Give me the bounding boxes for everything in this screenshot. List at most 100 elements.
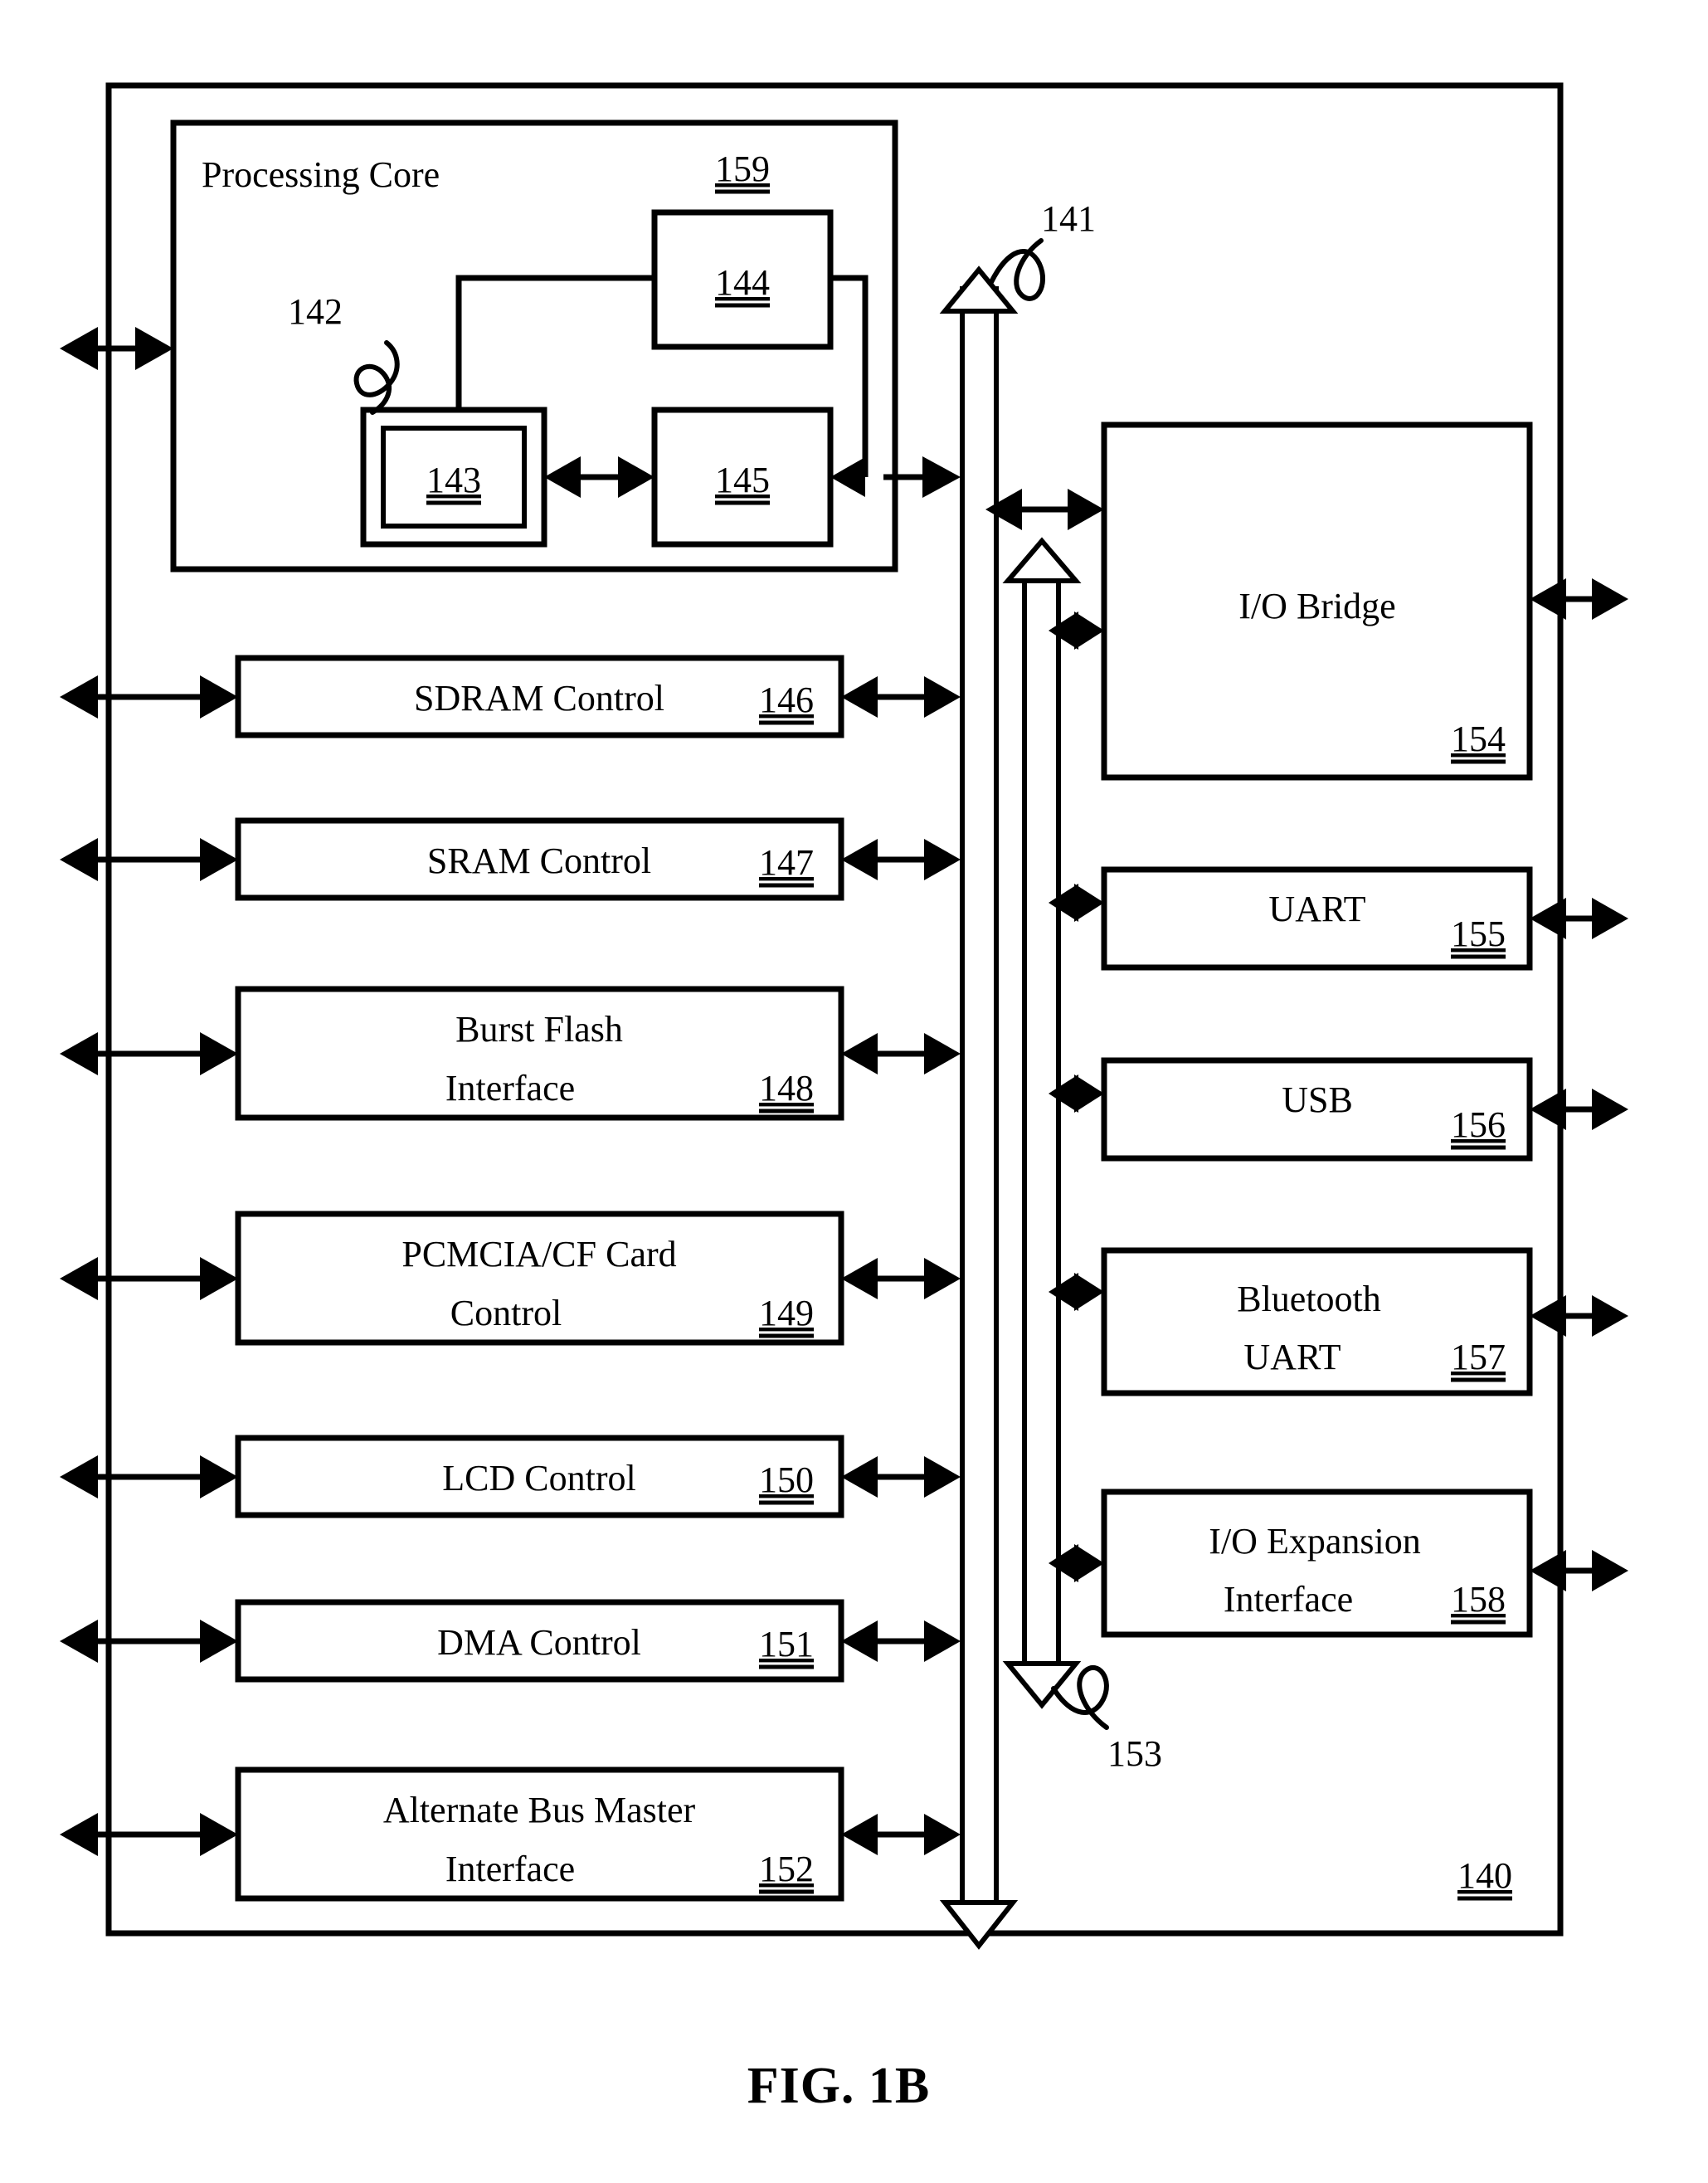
block-label-ioexp-line2: Interface — [1224, 1579, 1353, 1620]
iobus-arrow-iobridge-head-right — [1074, 612, 1104, 650]
connector-143-to-144 — [455, 275, 654, 410]
block-label-altbus-line2: Interface — [445, 1849, 575, 1889]
left-external-arrows — [60, 327, 238, 1856]
block-ref-uart: 155 — [1451, 914, 1506, 954]
block-ref-altbus: 152 — [759, 1849, 814, 1889]
main-bus-ref-label: 141 — [1041, 198, 1096, 239]
outer-chip-boundary — [105, 82, 1564, 1937]
arrowhead-143-145-right — [618, 456, 654, 498]
block-ref-io-bridge: 154 — [1451, 719, 1506, 759]
bus-arrow-sram-head-right — [924, 839, 961, 880]
patent-figure-1b: Processing Core 159 142 144 143 145 141 … — [0, 0, 1708, 2183]
iobus-arrow-uart-head-right — [1074, 884, 1104, 922]
lead-line-141 — [989, 238, 1046, 301]
bus-arrow-pcmcia-head-right — [924, 1258, 961, 1299]
left-arrow-core-head-left — [60, 327, 98, 370]
right-arrow-bluetooth-head-left — [1530, 1295, 1566, 1337]
block-ref-ioexp: 158 — [1451, 1579, 1506, 1620]
left-arrow-lcd-head-left — [60, 1455, 98, 1498]
bus-arrow-iobridge-top-head-right — [1068, 489, 1104, 530]
core-unit-144-ref: 144 — [715, 262, 770, 303]
block-ref-dma-control: 151 — [759, 1624, 814, 1664]
block-ref-lcd-control: 150 — [759, 1459, 814, 1500]
left-arrow-altbus-head-right — [200, 1813, 238, 1856]
block-diagram-canvas: Processing Core 159 142 144 143 145 141 … — [60, 82, 1628, 2114]
outer-chip-ref: 140 — [1457, 1855, 1512, 1896]
right-external-arrows — [1530, 578, 1628, 1591]
bus-arrow-sram-head-left — [841, 839, 878, 880]
right-arrow-uart-head-right — [1592, 898, 1628, 939]
right-arrow-ioexp-head-left — [1530, 1550, 1566, 1591]
main-bus-141-shaft — [960, 286, 999, 1905]
left-arrow-core-head-right — [135, 327, 173, 370]
io-bus-ref-label: 153 — [1107, 1733, 1162, 1774]
iobus-arrow-usb-head-right — [1074, 1074, 1104, 1113]
right-arrow-ioexp-head-right — [1592, 1550, 1628, 1591]
block-label-uart: UART — [1268, 889, 1365, 929]
left-arrow-sdram-head-right — [200, 675, 238, 719]
bus-arrow-sdram-head-right — [924, 676, 961, 718]
block-ref-bluetooth: 157 — [1451, 1337, 1506, 1377]
block-label-usb: USB — [1282, 1079, 1353, 1120]
right-arrow-usb-head-left — [1530, 1089, 1566, 1130]
arrowhead-143-145-left — [544, 456, 581, 498]
block-label-ioexp-line1: I/O Expansion — [1209, 1521, 1420, 1562]
left-arrow-dma-head-left — [60, 1620, 98, 1663]
core-unit-145-ref: 145 — [715, 460, 770, 500]
right-arrow-bluetooth-head-right — [1592, 1295, 1628, 1337]
bus-arrow-dma-head-left — [841, 1620, 878, 1662]
block-label-io-bridge: I/O Bridge — [1238, 586, 1395, 626]
main-bus-141-arrowhead-up — [939, 266, 1019, 314]
block-label-pcmcia-line2: Control — [450, 1293, 562, 1333]
bus-arrow-sdram-head-left — [841, 676, 878, 718]
block-label-altbus-line1: Alternate Bus Master — [383, 1790, 696, 1830]
right-arrow-usb-head-right — [1592, 1089, 1628, 1130]
left-blocks-to-bus-arrows — [841, 676, 961, 1855]
block-label-lcd-control: LCD Control — [442, 1458, 635, 1498]
ref-label-142: 142 — [288, 291, 343, 332]
left-arrow-pcmcia-head-left — [60, 1257, 98, 1300]
lead-line-142 — [353, 340, 400, 415]
connector-144-to-145 — [830, 275, 869, 477]
figure-caption: FIG. 1B — [747, 2058, 931, 2114]
iobus-arrow-bluetooth-head-right — [1074, 1273, 1104, 1311]
right-arrow-iobridge-head-right — [1592, 578, 1628, 620]
block-label-sram-control: SRAM Control — [427, 841, 651, 881]
left-arrow-dma-head-right — [200, 1620, 238, 1663]
io-bus-153-shaft — [1022, 581, 1061, 1666]
arrowhead-core-to-bus — [922, 456, 961, 498]
left-arrow-burstflash-head-left — [60, 1032, 98, 1075]
block-label-burst-flash-line1: Burst Flash — [455, 1009, 623, 1050]
io-bus-153-arrowhead-down — [1002, 1661, 1082, 1709]
left-arrow-sdram-head-left — [60, 675, 98, 719]
bus-arrow-lcd-head-left — [841, 1456, 878, 1498]
block-ref-burst-flash: 148 — [759, 1068, 814, 1109]
left-arrow-altbus-head-left — [60, 1813, 98, 1856]
block-label-bluetooth-line1: Bluetooth — [1237, 1279, 1381, 1319]
block-label-burst-flash-line2: Interface — [445, 1068, 575, 1109]
block-label-bluetooth-line2: UART — [1243, 1337, 1341, 1377]
iobus-arrow-ioexp-head-right — [1074, 1544, 1104, 1582]
arrowhead-144-to-145 — [830, 457, 865, 497]
block-ref-sram-control: 147 — [759, 842, 814, 883]
main-bus-141-arrowhead-down — [939, 1900, 1019, 1950]
right-arrow-uart-head-left — [1530, 898, 1566, 939]
left-arrow-sram-head-left — [60, 838, 98, 881]
io-bus-153-arrowhead-up — [1002, 537, 1082, 583]
block-label-pcmcia-line1: PCMCIA/CF Card — [401, 1234, 676, 1274]
block-label-dma-control: DMA Control — [437, 1622, 641, 1663]
bus-arrow-lcd-head-right — [924, 1456, 961, 1498]
block-ref-pcmcia: 149 — [759, 1293, 814, 1333]
bus-arrow-altbus-head-right — [924, 1814, 961, 1855]
bus-arrow-dma-head-right — [924, 1620, 961, 1662]
processing-core-ref: 159 — [715, 149, 770, 189]
left-arrow-sram-head-right — [200, 838, 238, 881]
block-ref-usb: 156 — [1451, 1104, 1506, 1145]
right-arrow-iobridge-head-left — [1530, 578, 1566, 620]
bus-arrow-burstflash-head-left — [841, 1033, 878, 1074]
processing-core-title: Processing Core — [202, 154, 440, 195]
left-arrow-burstflash-head-right — [200, 1032, 238, 1075]
block-label-sdram-control: SDRAM Control — [414, 678, 664, 719]
bus-arrow-altbus-head-left — [841, 1814, 878, 1855]
core-unit-143-ref: 143 — [426, 460, 481, 500]
